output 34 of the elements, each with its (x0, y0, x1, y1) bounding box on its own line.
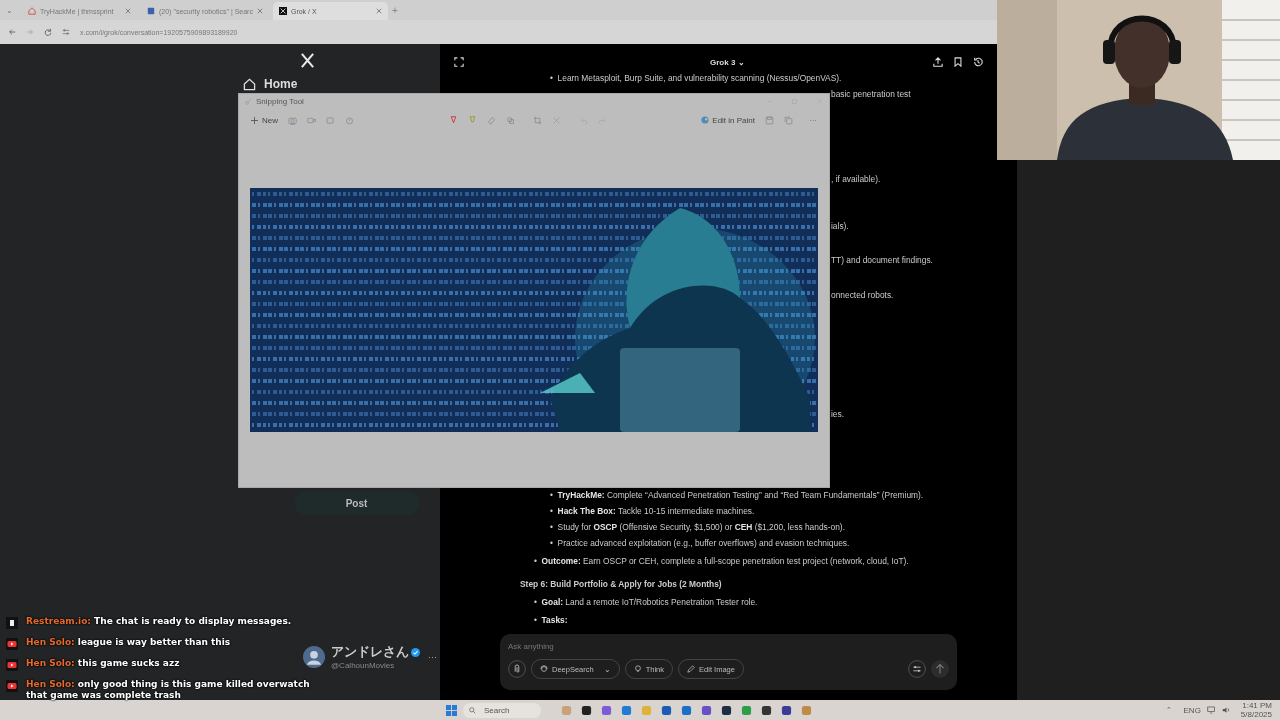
more-button[interactable]: ··· (428, 652, 437, 662)
window-title: Snipping Tool (256, 96, 304, 106)
list-item: • Study for OSCP (Offensive Security, $1,500) or CEH ($1,200, less hands-on). (550, 521, 846, 534)
chat-text: Restream.io: The chat is ready to display messages. (26, 616, 293, 627)
text-fragment: basic penetration test (831, 88, 911, 101)
model-selector[interactable]: Grok 3 ⌄ (710, 57, 745, 67)
time-text: 1:41 PM (1242, 701, 1272, 710)
date-text: 5/8/2025 (1240, 710, 1272, 719)
tab-list-button[interactable]: ⌄ (6, 5, 18, 15)
text-fragment: ies. (831, 408, 845, 421)
account-handle: @CalhounMovies (331, 661, 396, 670)
list-item: • Goal: Land a remote IoT/Robotics Penetration Tester role. (534, 596, 759, 609)
text-fragment: TT) and document findings. (831, 254, 933, 267)
text-fragment: ials). (831, 220, 849, 233)
clock[interactable]: 1:41 PM 5/8/2025 (1240, 701, 1272, 719)
step-heading: Step 6: Build Portfolio & Apply for Jobs (2 Months) (520, 578, 723, 591)
text-fragment: , if available). (831, 173, 881, 186)
account-name: アンドレさん (331, 644, 409, 661)
list-item: • Practice advanced exploitation (e.g., buffer overflows) and evasion techniques. (550, 537, 851, 550)
chat-text: Hen Solo: league is way better than this (26, 637, 232, 648)
list-item: • TryHackMe: Complete “Advanced Penetration Testing” and “Red Team Fundamentals” (Premium). (550, 489, 925, 502)
search-field[interactable]: Search (463, 702, 541, 718)
list-item: • Hack The Box: Tackle 10-15 intermediate machines. (550, 505, 756, 518)
nav-item[interactable]: Home (264, 77, 298, 91)
chat-text: Hen Solo: this game sucks azz (26, 658, 181, 669)
chat-text: Hen Solo: only good thing is this game killed overwatch that game was complete trash (26, 679, 311, 701)
language-indicator[interactable]: ENG (1183, 705, 1201, 715)
new-button[interactable]: New (251, 115, 278, 125)
text-fragment: onnected robots. (831, 289, 894, 302)
edit-in-paint-button[interactable]: Edit in Paint (701, 115, 755, 125)
list-item: • Tasks: (534, 614, 569, 627)
list-item: • Outcome: Earn OSCP or CEH, complete a full-scope penetration test project (network, cloud, IoT). (534, 555, 910, 568)
post-button[interactable]: Post (293, 491, 420, 515)
list-item: • Learn Metasploit, Burp Suite, and vulnerability scanning (Nessus/OpenVAS). (550, 72, 843, 85)
